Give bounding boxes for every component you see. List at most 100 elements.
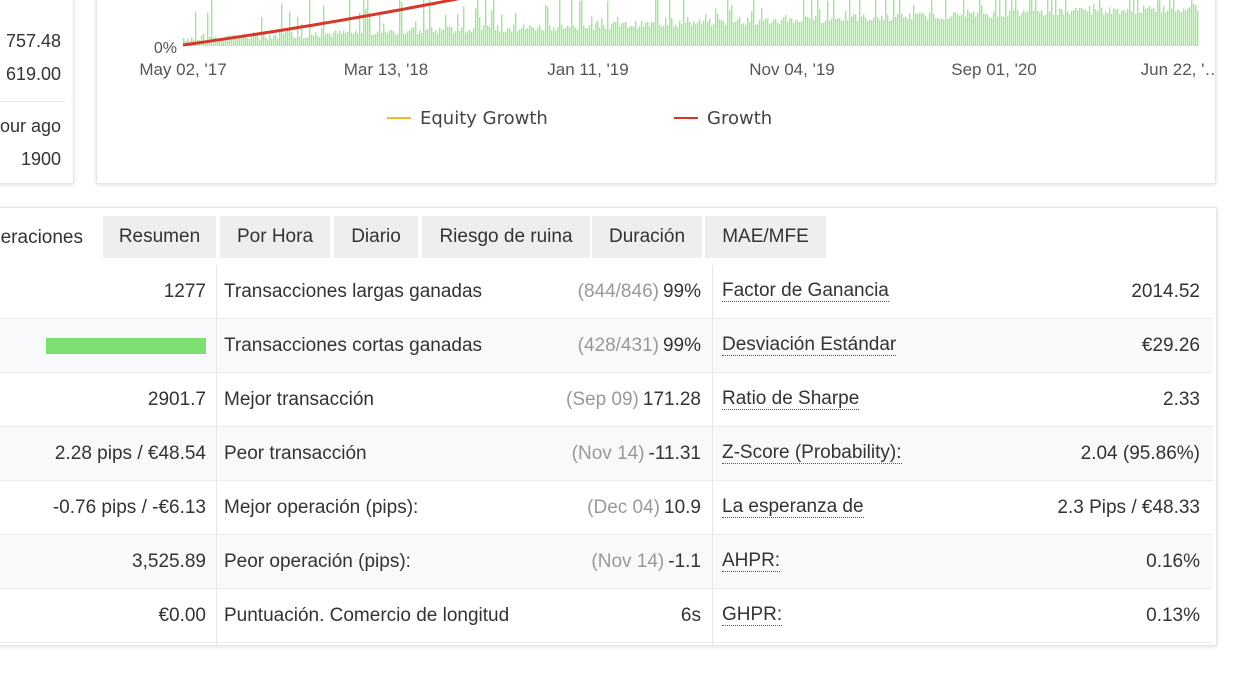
- equity-bar: [1099, 0, 1101, 46]
- equity-bar: [1075, 7, 1077, 46]
- equity-bar: [549, 25, 551, 46]
- equity-bar: [475, 8, 477, 46]
- equity-bar: [639, 26, 641, 46]
- equity-bar: [263, 34, 265, 46]
- metric-tooltip-link[interactable]: GHPR:: [722, 605, 783, 626]
- cell-metric-label[interactable]: Desviación Estándar: [722, 319, 897, 372]
- equity-bar: [779, 24, 781, 46]
- equity-bar: [545, 5, 547, 47]
- equity-bar: [637, 28, 639, 46]
- equity-bar: [451, 27, 453, 46]
- legend-item[interactable]: Equity Growth: [387, 108, 548, 129]
- equity-bar: [565, 27, 567, 46]
- equity-bar: [959, 15, 961, 46]
- equity-bar: [1139, 12, 1141, 47]
- equity-bar: [461, 27, 463, 46]
- equity-bar: [487, 25, 489, 46]
- equity-bar: [687, 17, 689, 46]
- metric-tooltip-link[interactable]: Z-Score (Probability):: [722, 443, 902, 464]
- equity-bar: [629, 26, 631, 46]
- equity-bar: [1017, 10, 1019, 46]
- equity-bar: [1173, 0, 1175, 47]
- cell-metric-label[interactable]: Z-Score (Probability):: [722, 427, 902, 480]
- equity-bar: [657, 0, 659, 46]
- tab-diario[interactable]: Diario: [334, 216, 418, 258]
- chart-legend[interactable]: Equity Growth Growth: [387, 108, 772, 129]
- metric-tooltip-link[interactable]: Desviación Estándar: [722, 335, 897, 356]
- equity-bar: [901, 13, 903, 47]
- equity-bar: [1189, 7, 1191, 46]
- equity-bar: [975, 16, 977, 46]
- equity-bar: [271, 38, 273, 46]
- tab-mae-mfe[interactable]: MAE/MFE: [705, 216, 826, 258]
- equity-bar: [315, 32, 317, 46]
- equity-bar: [275, 34, 277, 46]
- equity-bar: [741, 24, 743, 46]
- tab-resumen[interactable]: Resumen: [103, 216, 216, 258]
- equity-bar: [393, 31, 395, 46]
- equity-bar: [1177, 9, 1179, 47]
- cell-metric-label[interactable]: AHPR:: [722, 535, 781, 588]
- equity-bar: [1141, 12, 1143, 46]
- equity-bar: [1089, 5, 1091, 46]
- metric-tooltip-link[interactable]: Ratio de Sharpe: [722, 389, 860, 410]
- equity-bar: [903, 17, 905, 46]
- metric-tooltip-link[interactable]: La esperanza de: [722, 497, 864, 518]
- equity-bar: [815, 15, 817, 46]
- equity-bar: [957, 14, 959, 46]
- equity-bar: [681, 24, 683, 46]
- equity-bar: [281, 3, 283, 46]
- cell-label: Mejor transacción: [224, 388, 374, 410]
- metric-tooltip-link[interactable]: Factor de Ganancia: [722, 281, 889, 302]
- equity-bar: [1153, 7, 1155, 46]
- cell-metric-label[interactable]: La esperanza de: [722, 481, 864, 534]
- equity-bar: [447, 26, 449, 46]
- x-axis-tick-label: Sep 01, '20: [951, 60, 1036, 79]
- equity-bar: [1113, 8, 1115, 47]
- equity-bar: [765, 18, 767, 46]
- equity-bar: [725, 25, 727, 46]
- cell-label: Transacciones largas ganadas: [224, 280, 483, 302]
- cell-metric-label[interactable]: Ratio de Sharpe: [722, 373, 860, 426]
- equity-bar: [1123, 9, 1125, 46]
- equity-bar: [667, 25, 669, 46]
- cell-metric-label[interactable]: GHPR:: [722, 589, 783, 642]
- equity-bar: [583, 25, 585, 46]
- equity-bar: [195, 11, 197, 46]
- table-row: 3,525.89 Peor operación (pips): (Nov 14) -1…: [0, 535, 1213, 589]
- equity-bar: [981, 5, 983, 46]
- equity-bar: [1163, 6, 1165, 46]
- cell-number: 171.28: [642, 388, 701, 410]
- info-value-3: our ago: [0, 116, 61, 136]
- x-axis-tick-label: Jun 22, '…: [1141, 60, 1215, 79]
- tab-por-hora[interactable]: Por Hora: [220, 216, 330, 258]
- equity-bar: [1171, 8, 1173, 47]
- equity-bar: [915, 13, 917, 46]
- tab-riesgo-de-ruina[interactable]: Riesgo de ruina: [422, 216, 590, 258]
- equity-bar: [663, 25, 665, 46]
- equity-bar: [953, 11, 955, 47]
- equity-bar: [351, 32, 353, 46]
- equity-bar: [1059, 8, 1061, 47]
- cell-label: Peor transacción: [224, 442, 367, 464]
- equity-bar: [485, 0, 487, 46]
- equity-bar: [707, 21, 709, 46]
- cell-metric-label[interactable]: Factor de Ganancia: [722, 265, 889, 318]
- tab-duración[interactable]: Duración: [592, 216, 702, 258]
- metric-tooltip-link[interactable]: AHPR:: [722, 551, 781, 572]
- equity-bar: [1081, 7, 1083, 46]
- equity-bar: [785, 14, 787, 46]
- equity-bar: [1071, 11, 1073, 47]
- equity-bar: [683, 0, 685, 46]
- equity-bar: [823, 22, 825, 46]
- equity-bar: [919, 12, 921, 46]
- equity-bar: [497, 25, 499, 46]
- legend-item[interactable]: Growth: [674, 108, 772, 129]
- tab-eraciones[interactable]: eraciones: [0, 216, 99, 260]
- equity-bar: [449, 26, 451, 46]
- equity-bar: [669, 0, 671, 46]
- equity-bar: [679, 20, 681, 46]
- equity-bar: [1043, 15, 1045, 46]
- equity-bar: [1029, 0, 1031, 46]
- equity-bar: [1143, 5, 1145, 46]
